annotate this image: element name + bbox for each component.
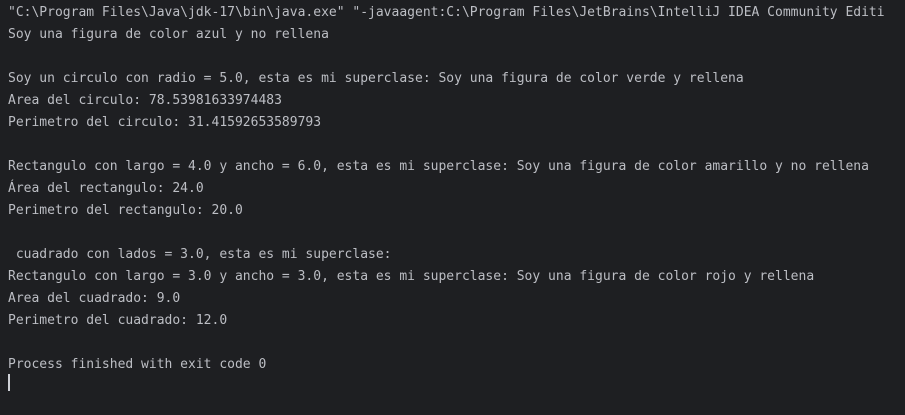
console-line: cuadrado con lados = 3.0, esta es mi sup… xyxy=(8,247,392,262)
console-line: Area del circulo: 78.53981633974483 xyxy=(8,93,282,108)
console-line: Rectangulo con largo = 3.0 y ancho = 3.0… xyxy=(8,269,815,284)
console-line: Perimetro del circulo: 31.41592653589793 xyxy=(8,115,322,130)
console-line: Soy una figura de color azul y no rellen… xyxy=(8,27,329,42)
console-line: Rectangulo con largo = 4.0 y ancho = 6.0… xyxy=(8,159,869,174)
console-line-command: "C:\Program Files\Java\jdk-17\bin\java.e… xyxy=(8,5,885,20)
console-line-exit-status: Process finished with exit code 0 xyxy=(8,357,267,372)
console-line: Area del cuadrado: 9.0 xyxy=(8,291,181,306)
console-line: Perimetro del cuadrado: 12.0 xyxy=(8,313,228,328)
console-line: Perimetro del rectangulo: 20.0 xyxy=(8,203,243,218)
text-caret xyxy=(8,374,10,391)
console-line: Área del rectangulo: 24.0 xyxy=(8,181,204,196)
run-console-output[interactable]: "C:\Program Files\Java\jdk-17\bin\java.e… xyxy=(0,0,905,415)
console-line: Soy un circulo con radio = 5.0, esta es … xyxy=(8,71,744,86)
console-lines: "C:\Program Files\Java\jdk-17\bin\java.e… xyxy=(8,2,885,376)
